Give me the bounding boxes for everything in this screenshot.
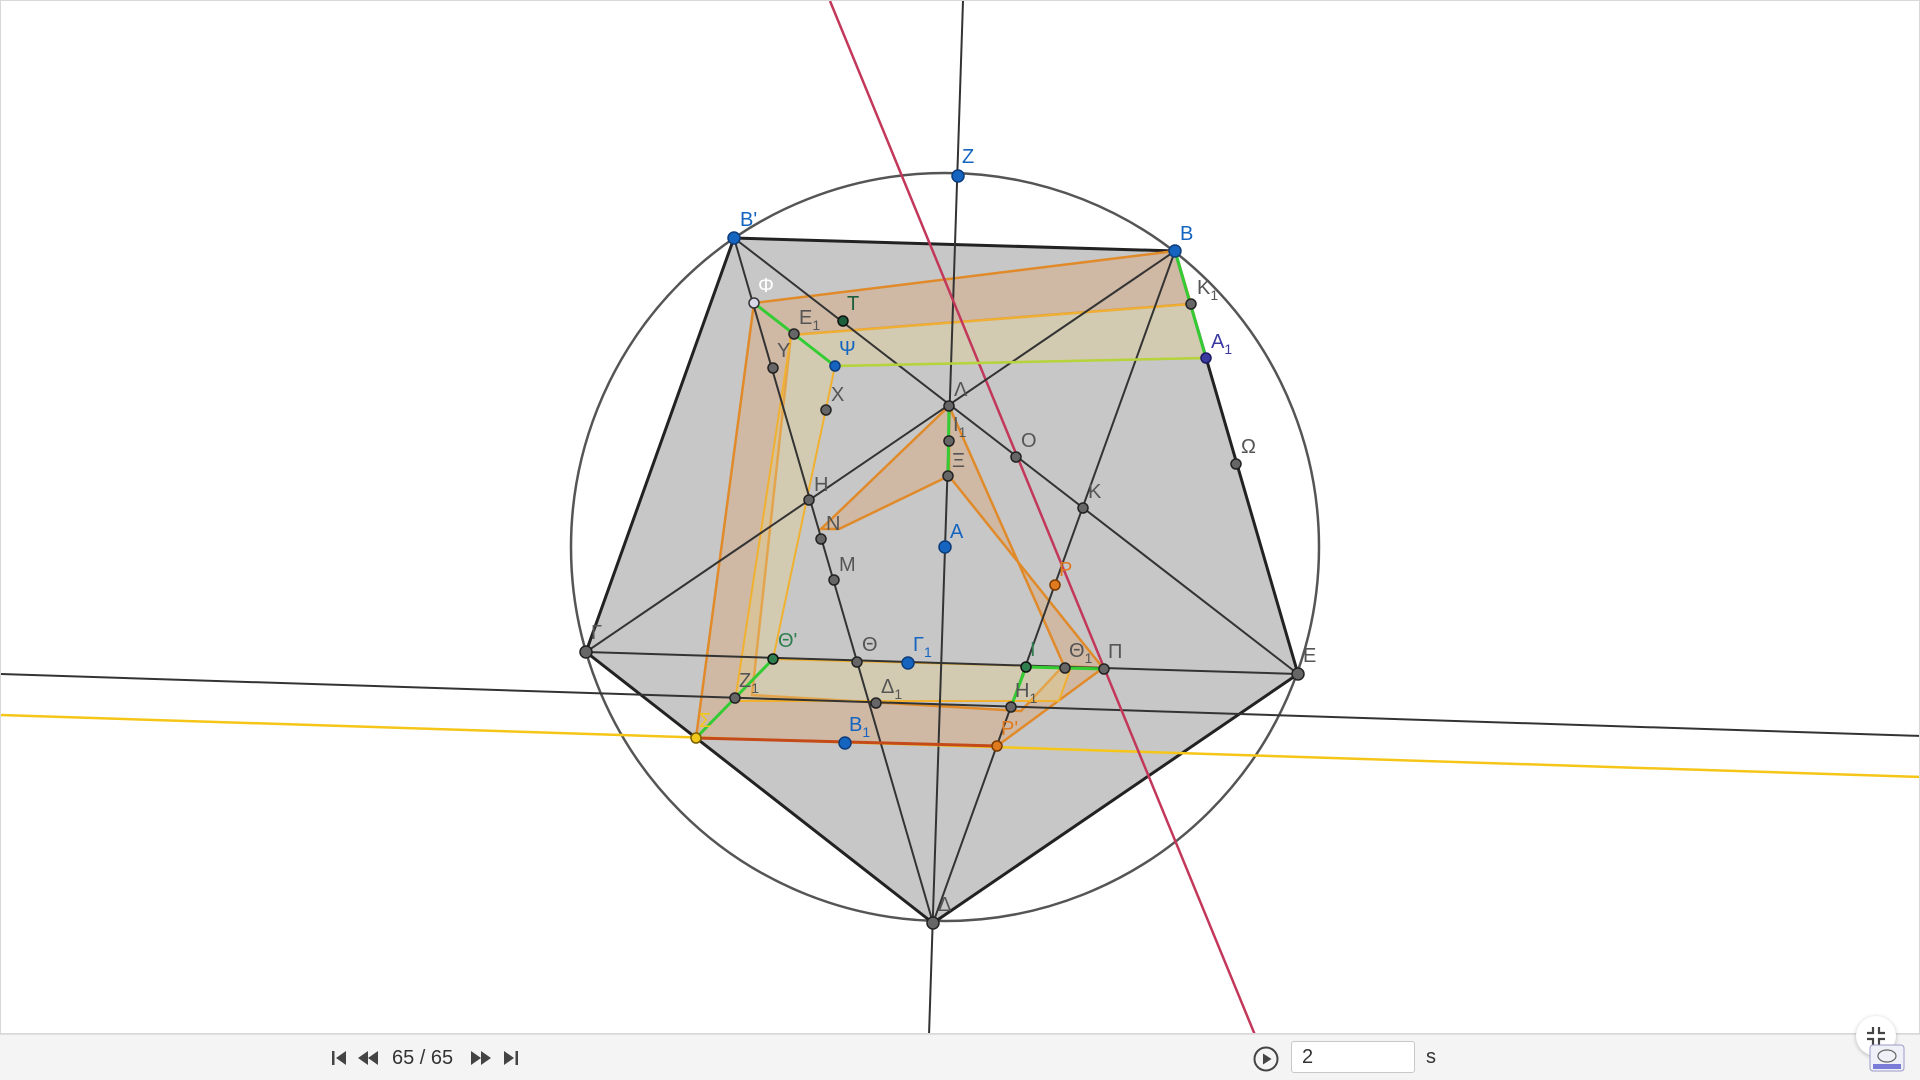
point-P[interactable] bbox=[1049, 579, 1061, 591]
construction-drawing: Z B' B K1 Φ T E1 Y Ψ A1 X Λ I1 O Ω Ξ H K… bbox=[1, 1, 1919, 1033]
label-E: E bbox=[1303, 645, 1316, 667]
point-O[interactable] bbox=[1010, 451, 1022, 463]
point-A1[interactable] bbox=[1200, 352, 1212, 364]
point-Omega[interactable] bbox=[1230, 458, 1242, 470]
label-B: B bbox=[1180, 223, 1193, 245]
label-Theta: Θ bbox=[862, 634, 878, 656]
geogebra-logo-icon bbox=[1869, 1044, 1905, 1072]
speed-unit-label: s bbox=[1426, 1046, 1436, 1068]
label-Gamma: Γ bbox=[591, 622, 602, 644]
label-A1: A1 bbox=[1211, 331, 1232, 357]
label-Z: Z bbox=[962, 146, 974, 168]
label-Pi: Π bbox=[1108, 641, 1122, 663]
point-M[interactable] bbox=[828, 574, 840, 586]
play-icon bbox=[1253, 1046, 1279, 1072]
label-M: M bbox=[839, 554, 856, 576]
label-Xi: Ξ bbox=[952, 450, 965, 472]
label-T: T bbox=[847, 293, 859, 315]
point-Iota[interactable] bbox=[1020, 661, 1032, 673]
label-Bp: B' bbox=[740, 209, 757, 231]
rewind-icon bbox=[358, 1051, 378, 1065]
label-Lambda: Λ bbox=[954, 379, 968, 401]
point-X[interactable] bbox=[820, 404, 832, 416]
point-B1[interactable] bbox=[838, 736, 852, 750]
point-K1[interactable] bbox=[1185, 298, 1197, 310]
graphics-view[interactable]: Z B' B K1 Φ T E1 Y Ψ A1 X Λ I1 O Ω Ξ H K… bbox=[0, 0, 1920, 1034]
step-forward-button[interactable] bbox=[468, 1045, 494, 1071]
point-B[interactable] bbox=[1168, 244, 1182, 258]
point-Theta[interactable] bbox=[851, 656, 863, 668]
label-Pp: P' bbox=[1001, 718, 1018, 740]
label-P: P bbox=[1059, 559, 1072, 581]
point-Z1[interactable] bbox=[729, 692, 741, 704]
point-Phi[interactable] bbox=[748, 297, 760, 309]
point-Z[interactable] bbox=[951, 169, 965, 183]
fast-forward-icon bbox=[471, 1051, 491, 1065]
point-K[interactable] bbox=[1077, 502, 1089, 514]
label-Theta-p: Θ' bbox=[778, 630, 797, 652]
label-Sigma: Σ bbox=[699, 710, 711, 732]
label-Omega: Ω bbox=[1241, 436, 1256, 458]
skip-first-icon bbox=[332, 1051, 346, 1065]
point-E[interactable] bbox=[1291, 667, 1305, 681]
point-Theta1[interactable] bbox=[1059, 662, 1071, 674]
point-T[interactable] bbox=[837, 315, 849, 327]
point-Xi[interactable] bbox=[942, 470, 954, 482]
point-H[interactable] bbox=[803, 494, 815, 506]
play-speed-input[interactable] bbox=[1291, 1041, 1415, 1073]
point-Pp[interactable] bbox=[991, 740, 1003, 752]
label-Phi: Φ bbox=[758, 275, 774, 297]
label-Delta: Δ bbox=[938, 894, 951, 916]
point-Gamma[interactable] bbox=[579, 645, 593, 659]
label-K: K bbox=[1088, 481, 1102, 503]
label-Y: Y bbox=[777, 340, 790, 362]
step-back-button[interactable] bbox=[355, 1045, 381, 1071]
geogebra-logo bbox=[1869, 1044, 1905, 1072]
point-Lambda[interactable] bbox=[943, 400, 955, 412]
point-Theta-p[interactable] bbox=[767, 653, 779, 665]
point-Y[interactable] bbox=[767, 362, 779, 374]
label-A: A bbox=[950, 521, 964, 543]
label-H: H bbox=[814, 474, 828, 496]
point-Pi[interactable] bbox=[1098, 663, 1110, 675]
label-N: N bbox=[826, 513, 840, 535]
point-H1[interactable] bbox=[1005, 701, 1017, 713]
point-Bp[interactable] bbox=[727, 231, 741, 245]
point-Sigma[interactable] bbox=[690, 732, 702, 744]
construction-protocol-navigation: 65 / 65 s bbox=[0, 1034, 1920, 1080]
step-counter: 65 / 65 bbox=[392, 1047, 454, 1069]
play-button[interactable] bbox=[1252, 1045, 1280, 1073]
point-Delta1[interactable] bbox=[870, 697, 882, 709]
skip-first-button[interactable] bbox=[326, 1045, 352, 1071]
label-Psi: Ψ bbox=[839, 338, 856, 360]
point-Psi[interactable] bbox=[829, 360, 841, 372]
label-Iota: I bbox=[1030, 639, 1036, 661]
point-N[interactable] bbox=[815, 533, 827, 545]
label-O: O bbox=[1021, 430, 1037, 452]
skip-last-button[interactable] bbox=[498, 1045, 524, 1071]
label-K1: K1 bbox=[1197, 277, 1218, 303]
point-I1[interactable] bbox=[943, 435, 955, 447]
point-Delta[interactable] bbox=[926, 916, 940, 930]
point-Gamma1[interactable] bbox=[901, 656, 915, 670]
skip-last-icon bbox=[504, 1051, 518, 1065]
label-X: X bbox=[831, 384, 844, 406]
point-E1[interactable] bbox=[788, 328, 800, 340]
